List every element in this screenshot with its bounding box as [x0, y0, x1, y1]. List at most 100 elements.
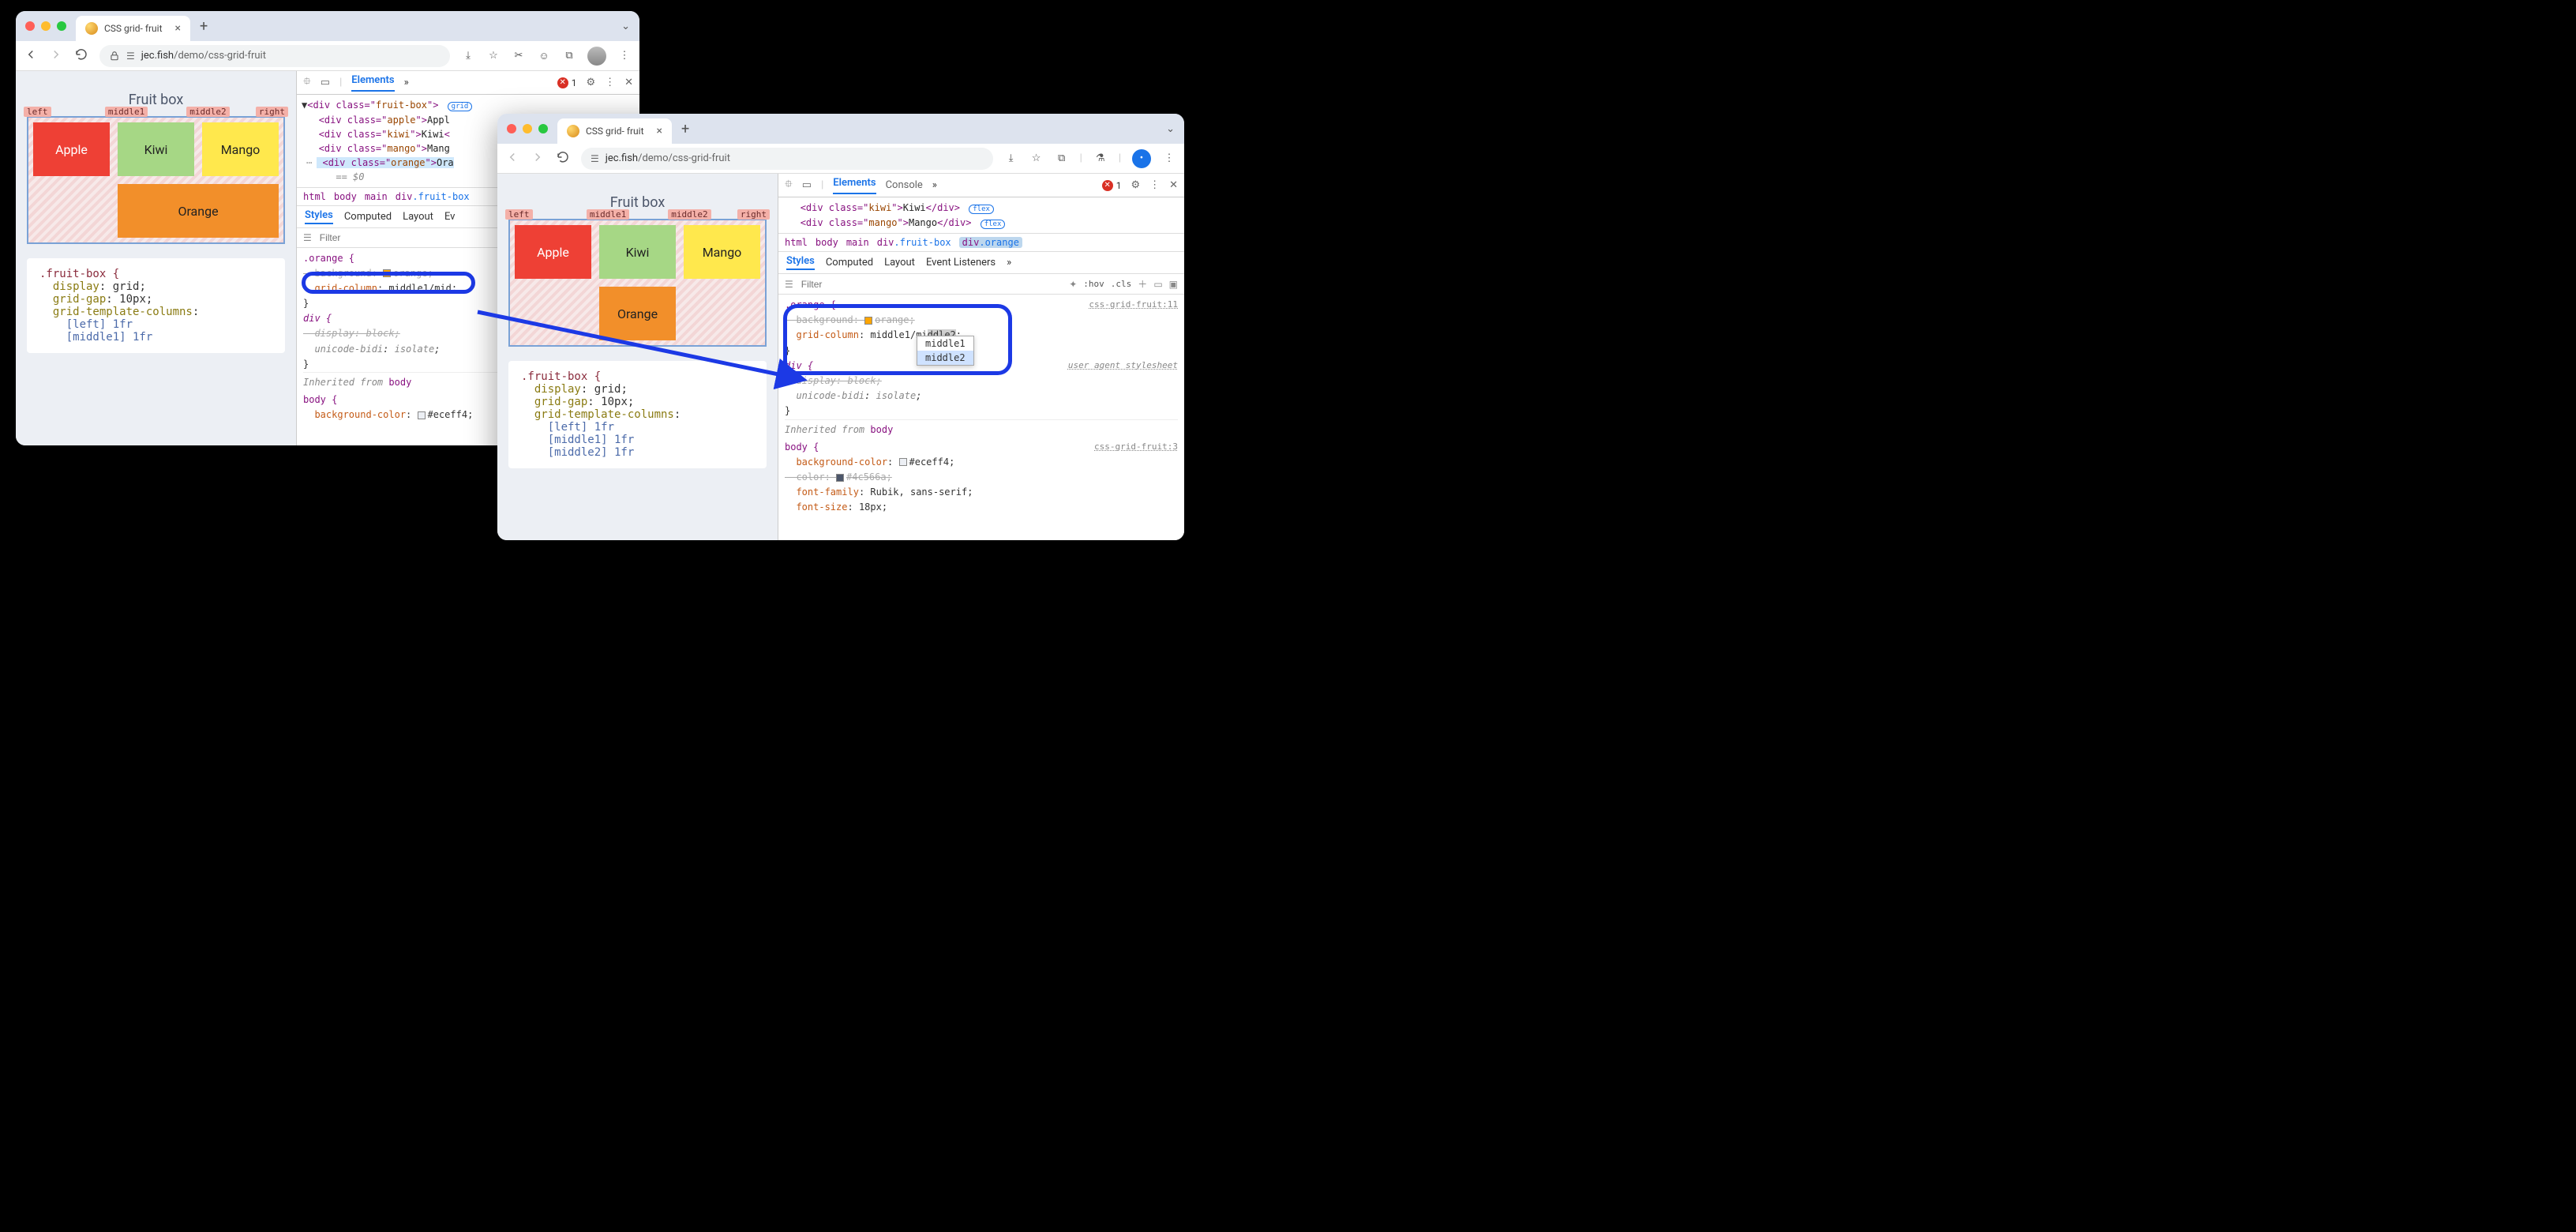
page-title: Fruit box — [27, 92, 285, 108]
filter-icon: ☰ — [785, 279, 793, 290]
page-css-block: .fruit-box { display: grid; grid-gap: 10… — [508, 361, 767, 468]
subtab-layout[interactable]: Layout — [403, 211, 433, 223]
grid-demo: left middle1 middle2 right Apple Kiwi Ma… — [508, 219, 767, 347]
dt-tab-console[interactable]: Console — [886, 179, 923, 191]
cell-kiwi: Kiwi — [599, 225, 676, 279]
reload-button[interactable] — [556, 150, 570, 167]
favicon — [567, 125, 579, 137]
back-button[interactable] — [505, 150, 519, 167]
back-button[interactable] — [24, 47, 38, 65]
profile-avatar[interactable]: • — [1132, 149, 1151, 168]
subtab-styles[interactable]: Styles — [305, 209, 333, 224]
address-bar[interactable]: ☰ jec.fish/demo/css-grid-fruit — [99, 45, 450, 67]
dt-close-icon[interactable]: ✕ — [1169, 179, 1178, 191]
device-toggle-icon[interactable]: ▭ — [802, 179, 812, 191]
cell-orange: Orange — [599, 287, 676, 340]
error-indicator[interactable]: ✕1 — [1102, 180, 1122, 191]
reload-button[interactable] — [74, 47, 88, 65]
dt-close-icon[interactable]: ✕ — [624, 77, 633, 88]
computed-sidebar-icon[interactable]: ▭ — [1153, 279, 1162, 290]
page-content: Fruit box left middle1 middle2 right App… — [16, 71, 296, 445]
cell-kiwi: Kiwi — [118, 122, 194, 176]
install-app-icon[interactable]: ⤓ — [1004, 152, 1018, 166]
scissors-icon[interactable]: ✂ — [512, 49, 526, 63]
grid-line-label-middle1: middle1 — [105, 107, 148, 117]
browser-window-2: CSS grid- fruit × + ⌄ ☰ jec.fish/demo/cs… — [497, 114, 1184, 540]
extensions-icon[interactable]: ⧉ — [1055, 152, 1069, 166]
grid-line-label-left: left — [24, 107, 51, 117]
dom-tree[interactable]: <div class="kiwi">Kiwi</div> flex <div c… — [778, 197, 1184, 233]
tab-close-icon[interactable]: × — [657, 125, 662, 137]
url-path: /demo/css-grid-fruit — [638, 152, 730, 164]
dt-more-icon[interactable]: ⋮ — [605, 77, 615, 88]
grid-line-label-middle1: middle1 — [587, 209, 629, 220]
ai-sparkle-icon[interactable]: ✦ — [1069, 279, 1077, 290]
autocomplete-popup[interactable]: middle1 middle2 — [917, 336, 974, 366]
install-app-icon[interactable]: ⤓ — [461, 49, 475, 63]
profile-avatar[interactable] — [587, 47, 606, 66]
toolbar: ☰ jec.fish/demo/css-grid-fruit ⤓ ☆ ⧉ | ⚗… — [497, 144, 1184, 174]
menu-icon[interactable]: ⋮ — [617, 49, 632, 63]
settings-gear-icon[interactable]: ⚙ — [586, 77, 595, 88]
toolbar: ☰ jec.fish/demo/css-grid-fruit ⤓ ☆ ✂ ☺ ⧉… — [16, 41, 639, 71]
box-model-icon[interactable]: ▣ — [1169, 279, 1178, 290]
subtab-eventlisteners[interactable]: Event Listeners — [926, 257, 996, 269]
autocomplete-option-middle1[interactable]: middle1 — [917, 336, 973, 351]
subtab-more[interactable]: » — [1007, 257, 1011, 269]
dt-tab-elements[interactable]: Elements — [833, 177, 876, 194]
extensions-icon[interactable]: ⧉ — [562, 49, 576, 63]
maximize-window-button[interactable] — [57, 21, 66, 31]
favicon — [85, 22, 98, 35]
page-content: Fruit box left middle1 middle2 right App… — [497, 174, 778, 540]
autocomplete-option-middle2[interactable]: middle2 — [917, 351, 973, 365]
settings-gear-icon[interactable]: ⚙ — [1131, 179, 1140, 191]
address-bar[interactable]: ☰ jec.fish/demo/css-grid-fruit — [581, 148, 993, 170]
page-title: Fruit box — [508, 194, 767, 211]
bookmark-icon[interactable]: ☆ — [486, 49, 501, 63]
bookmark-icon[interactable]: ☆ — [1029, 152, 1044, 166]
subtab-computed[interactable]: Computed — [344, 211, 392, 223]
breadcrumb[interactable]: html body main div.fruit-box div.orange — [778, 233, 1184, 252]
forward-button[interactable] — [49, 47, 63, 65]
dt-tab-elements[interactable]: Elements — [351, 74, 394, 92]
inspect-icon[interactable]: ⯐ — [785, 177, 793, 194]
menu-icon[interactable]: ⋮ — [1162, 152, 1176, 166]
labs-icon[interactable]: ⚗ — [1093, 152, 1108, 166]
tabs-dropdown-button[interactable]: ⌄ — [621, 21, 630, 32]
styles-body[interactable]: .orange {css-grid-fruit:11 background: o… — [778, 295, 1184, 519]
subtab-layout[interactable]: Layout — [884, 257, 915, 269]
cls-toggle[interactable]: .cls — [1111, 279, 1132, 289]
dt-more-icon[interactable]: ⋮ — [1149, 179, 1160, 191]
tab-close-icon[interactable]: × — [175, 22, 181, 35]
styles-filter-input[interactable] — [800, 278, 1063, 291]
subtab-computed[interactable]: Computed — [826, 257, 873, 269]
robot-icon[interactable]: ☺ — [537, 49, 551, 63]
grid-line-label-right: right — [737, 209, 770, 220]
grid-line-label-middle2: middle2 — [186, 107, 229, 117]
close-window-button[interactable] — [25, 21, 35, 31]
device-toggle-icon[interactable]: ▭ — [321, 77, 330, 88]
styles-filter-bar: ☰ ✦ :hov .cls ＋ ▭ ▣ — [778, 274, 1184, 295]
browser-tab[interactable]: CSS grid- fruit × — [557, 118, 672, 144]
browser-tab[interactable]: CSS grid- fruit × — [76, 16, 190, 41]
cell-mango: Mango — [684, 225, 760, 279]
tab-title: CSS grid- fruit — [586, 126, 644, 137]
new-style-rule-icon[interactable]: ＋ — [1138, 277, 1147, 291]
tabs-dropdown-button[interactable]: ⌄ — [1166, 123, 1175, 135]
new-tab-button[interactable]: + — [200, 18, 208, 35]
minimize-window-button[interactable] — [523, 124, 532, 133]
inspect-icon[interactable]: ⯐ — [303, 74, 311, 92]
subtab-ev[interactable]: Ev — [444, 211, 456, 223]
minimize-window-button[interactable] — [41, 21, 51, 31]
grid-line-label-right: right — [256, 107, 288, 117]
close-window-button[interactable] — [507, 124, 516, 133]
dt-tabs-more[interactable]: » — [932, 179, 937, 191]
forward-button[interactable] — [531, 150, 545, 167]
new-tab-button[interactable]: + — [681, 121, 689, 137]
subtab-styles[interactable]: Styles — [786, 255, 815, 270]
maximize-window-button[interactable] — [538, 124, 548, 133]
grid-demo: left middle1 middle2 right Apple Kiwi Ma… — [27, 116, 285, 244]
dt-tabs-more[interactable]: » — [404, 77, 409, 88]
error-indicator[interactable]: ✕1 — [557, 77, 577, 88]
hov-toggle[interactable]: :hov — [1083, 279, 1104, 289]
